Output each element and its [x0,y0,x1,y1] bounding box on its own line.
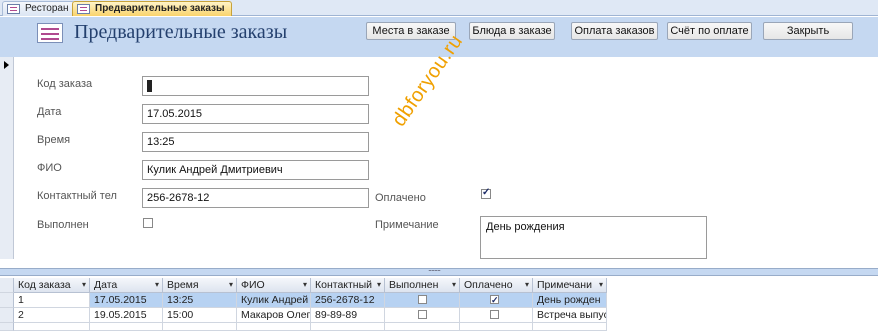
cell-time[interactable]: 13:25 [163,293,237,308]
tab-label: Предварительные заказы [95,3,225,14]
cell-date[interactable]: 17.05.2015 [90,293,163,308]
cell-done [385,293,460,308]
done-checkbox[interactable] [143,218,153,228]
access-window: Ресторан Предварительные заказы Предвари… [0,0,878,331]
done-label: Выполнен [37,219,89,231]
select-all-corner[interactable] [0,278,14,293]
dropdown-arrow-icon: ▾ [81,280,86,289]
record-selector[interactable] [0,57,14,259]
dropdown-arrow-icon: ▾ [598,280,603,289]
datasheet: Код заказа ▾ Дата ▾ Время ▾ ФИО ▾ Контактный… [0,278,878,331]
column-header-time[interactable]: Время ▾ [163,278,237,293]
text-cursor [147,80,152,93]
paid-checkbox[interactable] [490,293,499,307]
form-icon [77,4,90,14]
cell-done [385,323,460,331]
done-checkbox[interactable] [418,310,427,319]
row-selector[interactable] [0,293,14,308]
order-code-field[interactable] [142,76,369,96]
close-button[interactable]: Закрыть [763,22,853,40]
cell-date[interactable]: 19.05.2015 [90,308,163,323]
column-header-note[interactable]: Примечани ▾ [533,278,607,293]
cell-phone [311,323,385,331]
phone-field[interactable]: 256-2678-12 [142,188,369,208]
cell-note[interactable]: Встреча выпус [533,308,607,323]
cell-code[interactable]: 1 [14,293,90,308]
cell-phone[interactable]: 256-2678-12 [311,293,385,308]
dishes-in-order-button[interactable]: Блюда в заказе [469,22,555,40]
column-header-fio[interactable]: ФИО ▾ [237,278,311,293]
payment-invoice-button[interactable]: Счёт по оплате [667,22,752,40]
paid-label: Оплачено [375,192,426,204]
dropdown-arrow-icon: ▾ [451,280,456,289]
order-payment-button[interactable]: Оплата заказов [571,22,658,40]
cell-paid [460,308,533,323]
cell-time[interactable]: 15:00 [163,308,237,323]
tab-label: Ресторан [25,3,69,14]
done-checkbox[interactable] [418,295,427,304]
current-record-arrow-icon [4,61,9,69]
cell-note[interactable]: День рожден [533,293,607,308]
dropdown-arrow-icon: ▾ [524,280,529,289]
split-form-splitter[interactable] [0,263,878,276]
dropdown-arrow-icon: ▾ [376,280,381,289]
tab-preorders[interactable]: Предварительные заказы [72,1,232,16]
form-icon [37,23,63,43]
cell-time [163,323,237,331]
fio-field[interactable]: Кулик Андрей Дмитриевич [142,160,369,180]
tab-restaurant[interactable]: Ресторан [2,1,76,16]
note-field[interactable]: День рождения [480,216,707,259]
date-field[interactable]: 17.05.2015 [142,104,369,124]
date-label: Дата [37,106,62,118]
time-field[interactable]: 13:25 [142,132,369,152]
cell-code[interactable]: 2 [14,308,90,323]
column-header-phone[interactable]: Контактный ▾ [311,278,385,293]
order-code-label: Код заказа [37,78,93,90]
cell-done [385,308,460,323]
fio-label: ФИО [37,162,62,174]
cell-phone[interactable]: 89-89-89 [311,308,385,323]
form-icon [7,4,20,14]
cell-fio[interactable]: Макаров Олег [237,308,311,323]
cell-fio[interactable]: Кулик Андрей [237,293,311,308]
row-selector[interactable] [0,323,14,331]
seats-in-order-button[interactable]: Места в заказе [366,22,456,40]
time-label: Время [37,134,71,146]
cell-code [14,323,90,331]
dropdown-arrow-icon: ▾ [302,280,307,289]
row-selector[interactable] [0,308,14,323]
cell-fio [237,323,311,331]
column-header-code[interactable]: Код заказа ▾ [14,278,90,293]
column-header-date[interactable]: Дата ▾ [90,278,163,293]
column-header-paid[interactable]: Оплачено ▾ [460,278,533,293]
cell-date [90,323,163,331]
dropdown-arrow-icon: ▾ [228,280,233,289]
paid-checkbox[interactable] [481,187,491,199]
document-tab-bar: Ресторан Предварительные заказы [0,0,878,16]
paid-checkbox[interactable] [490,310,499,319]
note-label: Примечание [375,219,439,231]
cell-paid [460,293,533,308]
cell-note [533,323,607,331]
cell-paid [460,323,533,331]
phone-label: Контактный тел [37,190,117,202]
page-title: Предварительные заказы [74,21,288,43]
dropdown-arrow-icon: ▾ [154,280,159,289]
column-header-done[interactable]: Выполнен ▾ [385,278,460,293]
